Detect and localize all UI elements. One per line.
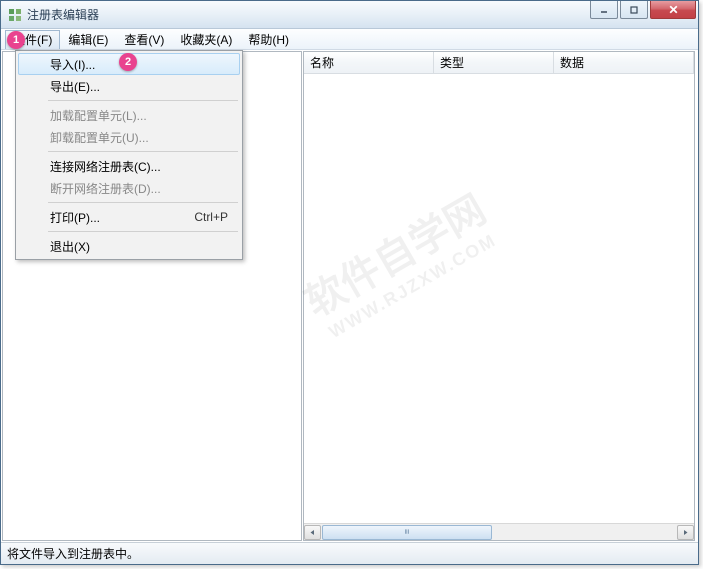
- list-pane: 名称 类型 数据: [303, 51, 695, 541]
- menu-help[interactable]: 帮助(H): [240, 30, 297, 49]
- menu-unload-hive: 卸载配置单元(U)...: [18, 126, 240, 148]
- callout-1: 1: [7, 31, 25, 49]
- column-data[interactable]: 数据: [554, 52, 694, 73]
- app-icon: [7, 7, 23, 23]
- titlebar: 注册表编辑器: [1, 1, 698, 29]
- menu-disconnect-network: 断开网络注册表(D)...: [18, 177, 240, 199]
- menu-separator: [48, 202, 238, 203]
- statusbar: 将文件导入到注册表中。: [1, 542, 698, 564]
- menu-export[interactable]: 导出(E)...: [18, 75, 240, 97]
- scroll-left-button[interactable]: [304, 525, 321, 540]
- shortcut-label: Ctrl+P: [194, 210, 228, 224]
- app-window: 注册表编辑器 文件(F) 编辑(E) 查看(V) 收藏夹(A) 帮助(H) 名称…: [0, 0, 699, 565]
- menu-separator: [48, 231, 238, 232]
- menu-favorites[interactable]: 收藏夹(A): [172, 30, 240, 49]
- menu-load-hive: 加载配置单元(L)...: [18, 104, 240, 126]
- menu-separator: [48, 100, 238, 101]
- column-type[interactable]: 类型: [434, 52, 554, 73]
- window-controls: [590, 1, 696, 19]
- window-title: 注册表编辑器: [27, 6, 99, 23]
- status-text: 将文件导入到注册表中。: [7, 545, 139, 562]
- callout-2: 2: [119, 53, 137, 71]
- list-header: 名称 类型 数据: [304, 52, 694, 74]
- scroll-right-button[interactable]: [677, 525, 694, 540]
- menu-edit[interactable]: 编辑(E): [60, 30, 116, 49]
- column-name[interactable]: 名称: [304, 52, 434, 73]
- horizontal-scrollbar: [304, 523, 694, 540]
- file-dropdown: 导入(I)... 导出(E)... 加载配置单元(L)... 卸载配置单元(U)…: [15, 50, 243, 260]
- menu-connect-network[interactable]: 连接网络注册表(C)...: [18, 155, 240, 177]
- menu-view[interactable]: 查看(V): [116, 30, 172, 49]
- scroll-track[interactable]: [322, 525, 676, 540]
- close-button[interactable]: [650, 1, 696, 19]
- scroll-thumb[interactable]: [322, 525, 492, 540]
- maximize-button[interactable]: [620, 1, 648, 19]
- menu-exit[interactable]: 退出(X): [18, 235, 240, 257]
- menu-separator: [48, 151, 238, 152]
- list-body[interactable]: [304, 74, 694, 523]
- menu-print[interactable]: 打印(P)... Ctrl+P: [18, 206, 240, 228]
- menubar: 文件(F) 编辑(E) 查看(V) 收藏夹(A) 帮助(H): [1, 29, 698, 50]
- minimize-button[interactable]: [590, 1, 618, 19]
